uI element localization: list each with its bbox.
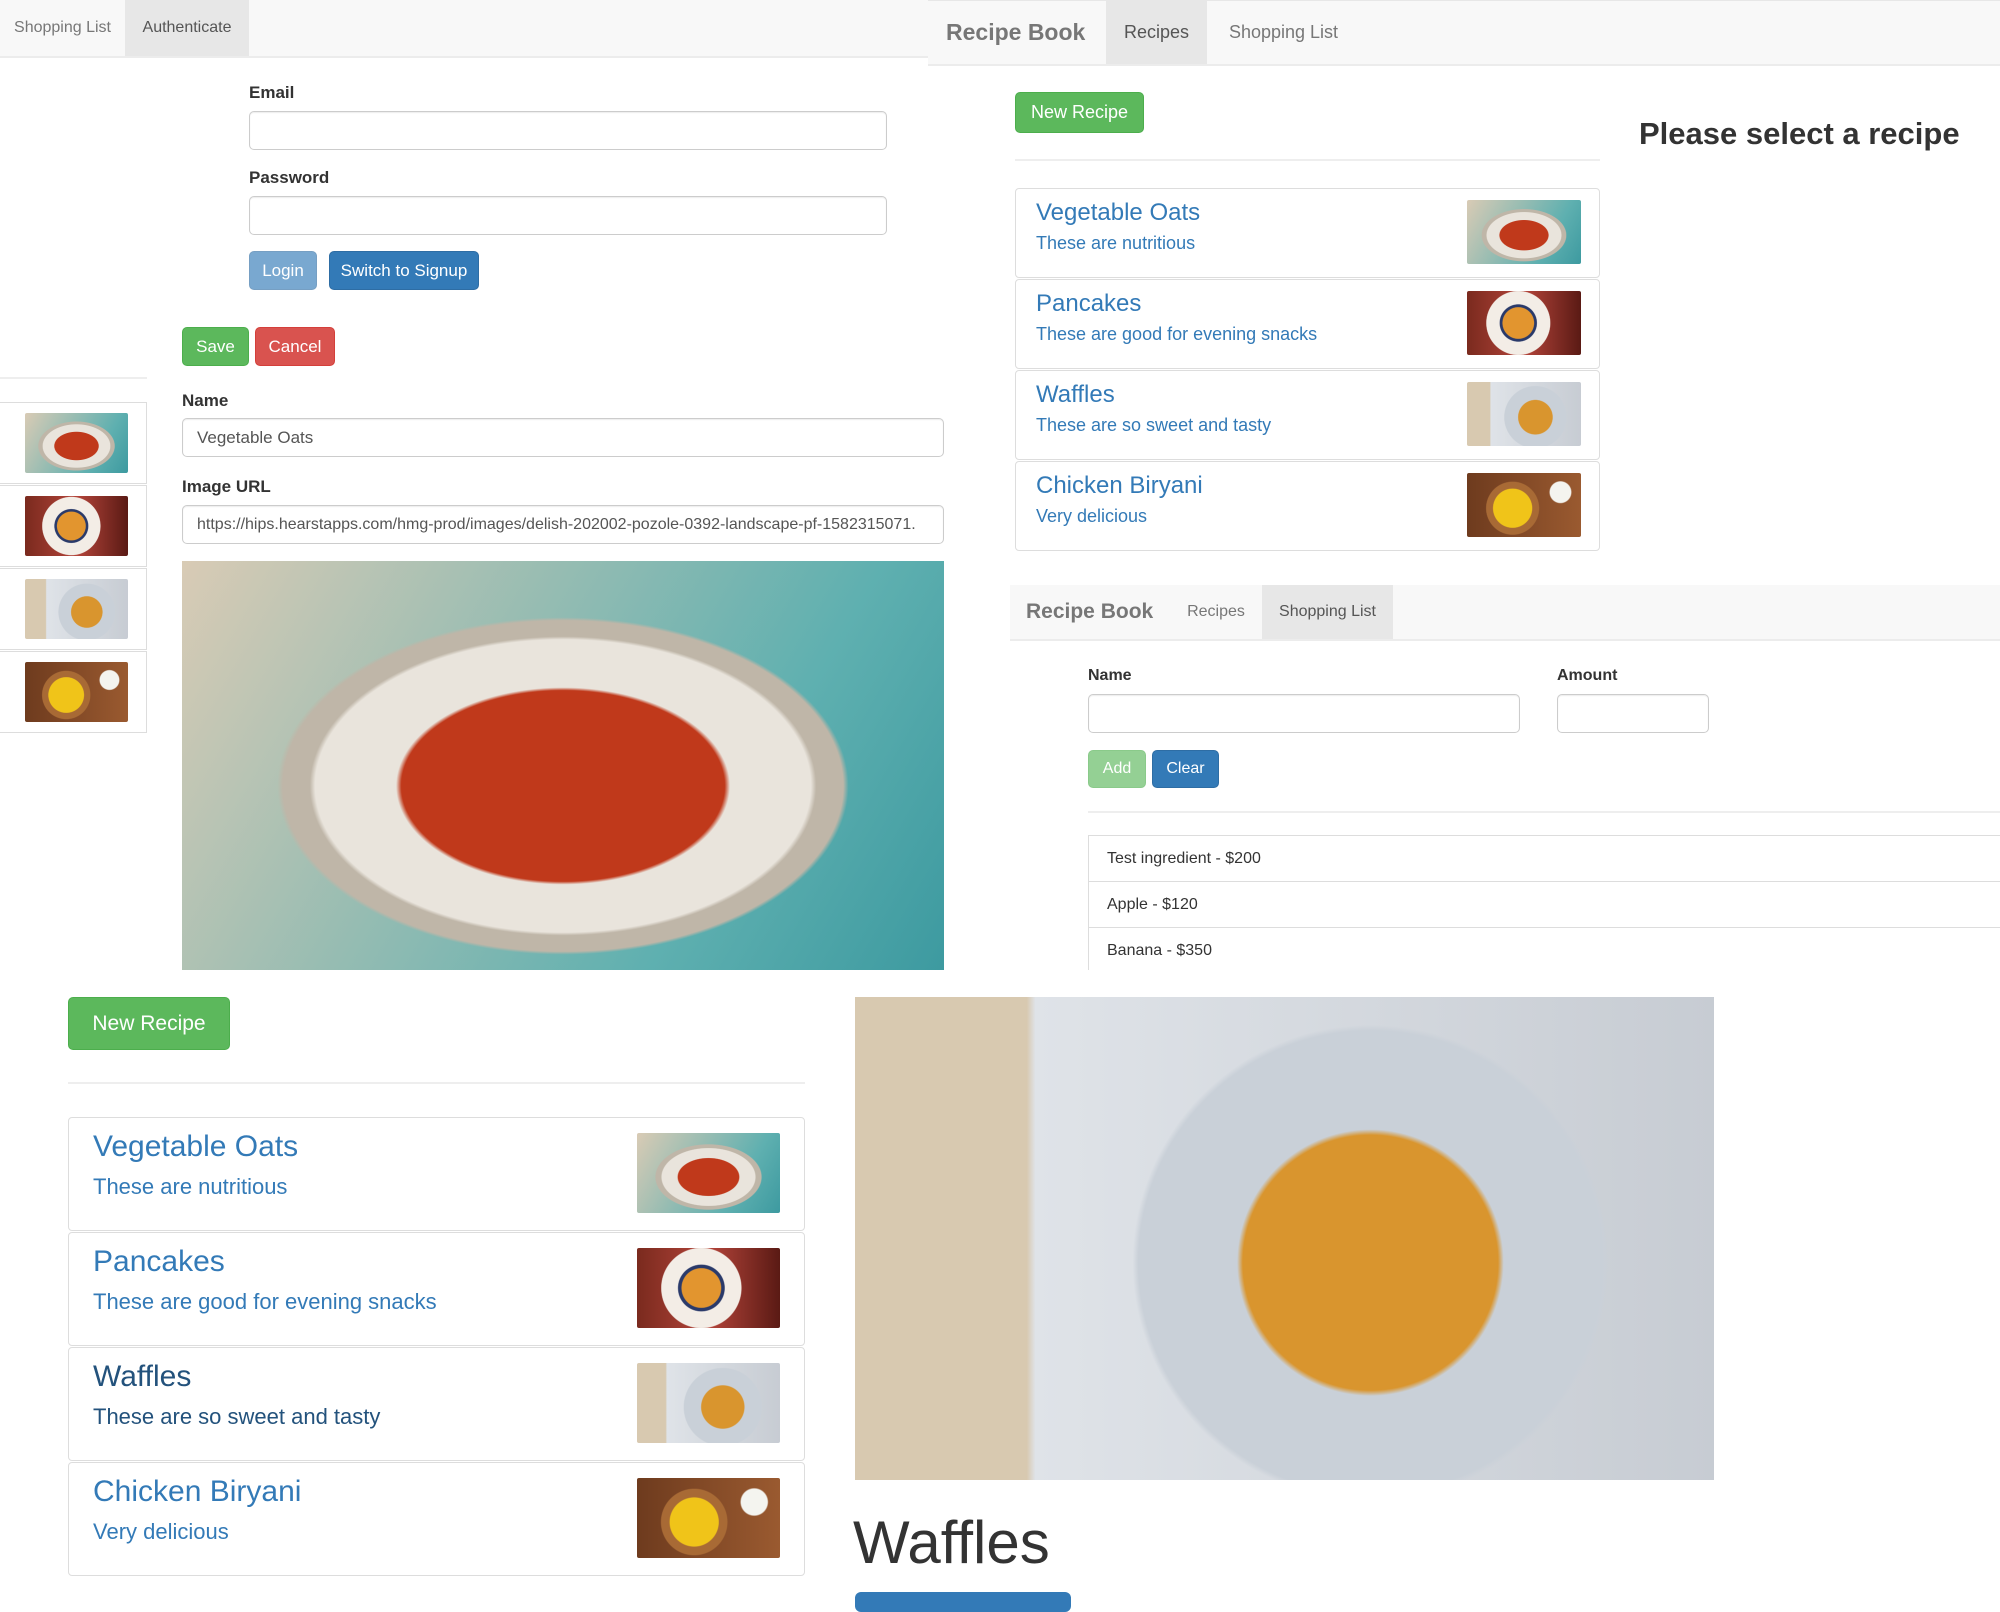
divider	[1088, 811, 2000, 813]
recipe-list-item[interactable]: Chicken Biryani Very delicious	[68, 1462, 805, 1576]
recipe-description: Very delicious	[1036, 506, 1148, 526]
recipe-list-item[interactable]: Chicken Biryani Very delicious	[1015, 461, 1600, 551]
email-label: Email	[249, 83, 295, 102]
ingredient-item[interactable]: Banana - $350	[1088, 927, 2000, 974]
recipe-list-item[interactable]: Pancakes These are good for evening snac…	[68, 1232, 805, 1346]
auth-navbar: Shopping List Authenticate	[0, 0, 930, 58]
list-item[interactable]	[0, 568, 147, 650]
recipe-name: Waffles	[93, 1360, 192, 1393]
divider	[0, 377, 147, 379]
password-input[interactable]	[249, 196, 887, 235]
ingredient-name-input[interactable]	[1088, 694, 1520, 733]
amount-label: Amount	[1557, 667, 1618, 684]
recipe-thumbnail	[1467, 291, 1581, 355]
recipe-list-item[interactable]: Waffles These are so sweet and tasty	[1015, 370, 1600, 460]
image-url-label: Image URL	[182, 477, 271, 496]
save-button[interactable]: Save	[182, 327, 249, 366]
recipe-name: Vegetable Oats	[93, 1130, 299, 1163]
image-url-input[interactable]: https://hips.hearstapps.com/hmg-prod/ima…	[182, 505, 944, 544]
new-recipe-button[interactable]: New Recipe	[1015, 92, 1144, 133]
recipe-thumbnail	[637, 1133, 780, 1213]
new-recipe-button[interactable]: New Recipe	[68, 997, 230, 1050]
clear-button[interactable]: Clear	[1152, 750, 1219, 788]
list-item[interactable]	[0, 651, 147, 733]
login-button[interactable]: Login	[249, 251, 317, 290]
selected-recipe-title: Waffles	[853, 1509, 1050, 1576]
divider	[68, 1082, 805, 1084]
recipe-thumbnail	[25, 579, 128, 639]
recipe-image-preview	[182, 561, 944, 970]
recipe-thumbnail	[1467, 200, 1581, 264]
recipe-name: Chicken Biryani	[93, 1475, 302, 1508]
ingredient-item[interactable]: Apple - $120	[1088, 881, 2000, 928]
tab-authenticate[interactable]: Authenticate	[125, 0, 249, 56]
recipe-thumbnail	[25, 662, 128, 722]
switch-to-signup-button[interactable]: Switch to Signup	[329, 251, 479, 290]
brand[interactable]: Recipe Book	[1026, 585, 1153, 639]
add-button[interactable]: Add	[1088, 750, 1146, 788]
recipe-name: Pancakes	[93, 1245, 225, 1278]
recipe-description: These are nutritious	[93, 1174, 288, 1199]
placeholder-message: Please select a recipe	[1639, 116, 1960, 151]
recipe-description: These are nutritious	[1036, 233, 1196, 253]
recipe-description: These are good for evening snacks	[1036, 324, 1318, 344]
tab-shopping-list[interactable]: Shopping List	[1207, 1, 1360, 64]
ingredient-item[interactable]: Test ingredient - $200	[1088, 835, 2000, 882]
recipe-description: These are good for evening snacks	[93, 1289, 437, 1314]
name-label: Name	[182, 391, 229, 410]
selected-recipe-image	[855, 997, 1714, 1480]
list-item[interactable]	[0, 402, 147, 484]
recipe-name: Pancakes	[1036, 290, 1142, 317]
name-input[interactable]: Vegetable Oats	[182, 418, 944, 457]
cancel-button[interactable]: Cancel	[255, 327, 335, 366]
recipe-list-item[interactable]: Pancakes These are good for evening snac…	[1015, 279, 1600, 369]
recipe-name: Vegetable Oats	[1036, 199, 1201, 226]
tab-shopping-list[interactable]: Shopping List	[1262, 585, 1393, 639]
email-input[interactable]	[249, 111, 887, 150]
recipe-list-item[interactable]: Vegetable Oats These are nutritious	[1015, 188, 1600, 278]
recipe-name: Chicken Biryani	[1036, 472, 1203, 499]
recipe-thumbnail	[637, 1248, 780, 1328]
password-label: Password	[249, 168, 330, 187]
recipes-navbar: Recipe Book Recipes Shopping List	[928, 0, 2000, 66]
manage-recipe-button[interactable]	[855, 1592, 1071, 1612]
tab-recipes[interactable]: Recipes	[1170, 585, 1262, 639]
divider	[1015, 159, 1600, 161]
tab-shopping-list[interactable]: Shopping List	[0, 0, 125, 56]
recipe-thumbnail	[1467, 473, 1581, 537]
recipe-description: Very delicious	[93, 1519, 229, 1544]
recipe-thumbnail	[25, 496, 128, 556]
list-item[interactable]	[0, 485, 147, 567]
recipe-thumbnail	[1467, 382, 1581, 446]
shopping-navbar: Recipe Book Recipes Shopping List	[1010, 585, 2000, 641]
recipe-list-item[interactable]: Vegetable Oats These are nutritious	[68, 1117, 805, 1231]
recipe-thumbnail	[637, 1478, 780, 1558]
recipe-thumbnail	[637, 1363, 780, 1443]
recipe-description: These are so sweet and tasty	[1036, 415, 1272, 435]
recipe-name: Waffles	[1036, 381, 1115, 408]
brand[interactable]: Recipe Book	[946, 1, 1085, 64]
recipe-thumbnail	[25, 413, 128, 473]
tab-recipes[interactable]: Recipes	[1106, 1, 1207, 64]
recipe-list-item[interactable]: Waffles These are so sweet and tasty	[68, 1347, 805, 1461]
amount-input[interactable]	[1557, 694, 1709, 733]
recipe-description: These are so sweet and tasty	[93, 1404, 381, 1429]
ingredient-name-label: Name	[1088, 667, 1132, 684]
